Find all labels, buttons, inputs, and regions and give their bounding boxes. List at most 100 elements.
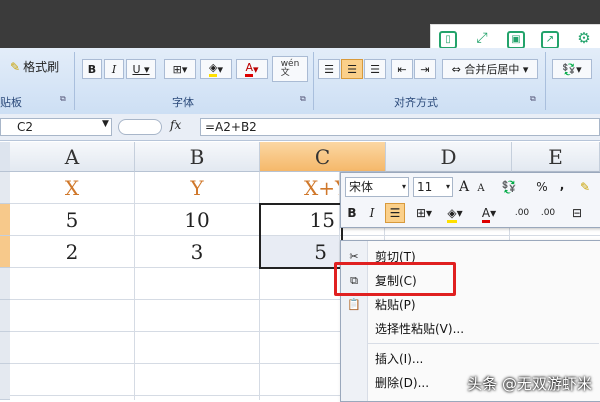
row-header[interactable] <box>0 364 10 400</box>
font-group-label: 字体 <box>172 96 194 109</box>
row-header[interactable] <box>0 172 10 204</box>
share-icon[interactable]: ↗ <box>541 31 559 49</box>
row-header[interactable] <box>0 332 10 364</box>
expand-icon[interactable]: ⤢ <box>473 31 491 49</box>
border-button[interactable]: ⊞▾ <box>164 59 196 79</box>
merge-icon: ⊟ <box>571 206 583 220</box>
increase-decimal-button[interactable]: .00 <box>511 203 533 223</box>
percent-button[interactable]: % <box>535 177 549 197</box>
font-color-button[interactable]: A▾ <box>236 59 268 79</box>
font-size-box[interactable]: 11 ▾ <box>413 177 453 197</box>
currency-icon: 💱 <box>501 180 517 194</box>
separator <box>545 52 546 110</box>
cell-a2[interactable]: 5 <box>10 204 135 236</box>
currency-icon: 💱 <box>562 62 577 76</box>
ribbon: ✎ 格式刷 贴板 ⧉ B I U ▾ ⊞ ▾ ◈ ▾ A ▾ wén 文 字体 ⧉ ☰… <box>0 48 600 115</box>
underline-button[interactable]: U ▾ <box>126 59 156 79</box>
fill-color-button[interactable]: ◈▾ <box>441 203 469 223</box>
cell-a3[interactable]: 2 <box>10 236 135 268</box>
font-color-button[interactable]: A▾ <box>475 203 503 223</box>
save-icon[interactable]: ▣ <box>507 31 525 49</box>
phonetic-button[interactable]: wén 文 <box>272 56 308 82</box>
align-center-icon: ☰ <box>389 206 401 220</box>
merge-icon: ⇔ <box>451 62 461 76</box>
menu-item-paste-special[interactable]: 选择性粘贴(V)... <box>341 317 599 341</box>
fx-button[interactable]: fx <box>170 118 194 136</box>
format-painter-button[interactable]: ✎ 格式刷 <box>10 58 59 75</box>
align-center-button[interactable]: ☰ <box>341 59 363 79</box>
italic-button[interactable]: I <box>104 59 124 79</box>
align-left-button[interactable]: ☰ <box>318 59 340 79</box>
selection-border <box>259 203 343 269</box>
column-header-c[interactable]: C <box>260 142 386 172</box>
cell-b2[interactable]: 10 <box>135 204 260 236</box>
row-header[interactable] <box>0 236 10 268</box>
dialog-launcher-icon[interactable]: ⧉ <box>60 94 66 104</box>
bold-button[interactable]: B <box>82 59 102 79</box>
comma-button[interactable]: , <box>557 175 567 195</box>
cell-c1[interactable]: X+Y <box>260 172 340 204</box>
dialog-launcher-icon[interactable]: ⧉ <box>300 94 306 104</box>
copy-highlight-box <box>334 262 456 296</box>
fill-icon: ◈ <box>447 206 457 223</box>
grow-font-button[interactable]: A <box>457 177 471 197</box>
increase-indent-button[interactable]: ⇥ <box>414 59 436 79</box>
shrink-font-button[interactable]: A <box>475 179 487 199</box>
indent-icon: ⇥ <box>420 62 430 76</box>
phone-icon[interactable]: ▯ <box>439 31 457 49</box>
border-icon: ⊞ <box>172 62 182 76</box>
font-color-icon: A <box>481 206 491 223</box>
font-color-icon: A <box>245 61 253 77</box>
menu-separator <box>367 343 599 344</box>
chevron-down-icon: ▾ <box>401 182 406 191</box>
accounting-format-button[interactable]: 💱 <box>497 177 521 197</box>
cell-a1[interactable]: X <box>10 172 135 204</box>
clipboard-group-label: 贴板 <box>0 96 22 109</box>
column-header-a[interactable]: A <box>10 142 135 172</box>
column-header-b[interactable]: B <box>135 142 260 172</box>
cell-b1[interactable]: Y <box>135 172 260 204</box>
separator <box>74 52 75 110</box>
column-header-d[interactable]: D <box>386 142 512 172</box>
row-header[interactable] <box>0 300 10 332</box>
border-icon: ⊞ <box>415 206 427 220</box>
number-format-button[interactable]: 💱 ▾ <box>552 59 592 79</box>
clipboard-icon: 📋 <box>347 298 361 311</box>
select-all-corner[interactable] <box>0 142 10 172</box>
decrease-indent-button[interactable]: ⇤ <box>391 59 413 79</box>
menu-item-insert[interactable]: 插入(I)... <box>341 347 599 371</box>
separator <box>313 52 314 110</box>
formula-bar-slider[interactable] <box>118 119 162 135</box>
watermark: 头条 @无双游虾米 <box>467 375 592 393</box>
mini-toolbar: 宋体 ▾ 11 ▾ A A 💱 % , ✎ B I ☰ ⊞▾ ◈▾ A▾ .00 .… <box>340 172 600 228</box>
center-align-button[interactable]: ☰ <box>385 203 405 223</box>
border-button[interactable]: ⊞▾ <box>411 203 437 223</box>
align-right-button[interactable]: ☰ <box>364 59 386 79</box>
column-header-e[interactable]: E <box>512 142 600 172</box>
align-left-icon: ☰ <box>324 62 334 76</box>
dialog-launcher-icon[interactable]: ⧉ <box>530 94 536 104</box>
row-header[interactable] <box>0 268 10 300</box>
chevron-down-icon: ▾ <box>445 182 450 191</box>
menu-item-paste[interactable]: 📋 粘贴(P) <box>341 293 599 317</box>
merge-button[interactable]: ⊟ <box>567 203 587 223</box>
decrease-decimal-button[interactable]: .00 <box>537 203 559 223</box>
brush-icon: ✎ <box>10 59 21 74</box>
bold-button[interactable]: B <box>345 203 359 223</box>
format-painter-button[interactable]: ✎ <box>575 177 595 197</box>
cell-b3[interactable]: 3 <box>135 236 260 268</box>
settings-icon[interactable]: ⚙ <box>575 31 593 49</box>
fill-icon: ◈ <box>209 61 218 77</box>
outdent-icon: ⇤ <box>397 62 407 76</box>
alignment-group-label: 对齐方式 <box>394 96 438 109</box>
row-header[interactable] <box>0 204 10 236</box>
font-name-box[interactable]: 宋体 ▾ <box>345 177 409 197</box>
brush-icon: ✎ <box>579 180 591 194</box>
name-box[interactable]: C2 <box>0 118 112 136</box>
formula-input[interactable]: =A2+B2 <box>200 118 600 136</box>
align-center-icon: ☰ <box>347 62 357 76</box>
merge-center-button[interactable]: ⇔ 合并后居中 ▾ <box>442 59 538 79</box>
fill-color-button[interactable]: ◈▾ <box>200 59 232 79</box>
chevron-down-icon[interactable]: ▼ <box>102 119 109 129</box>
italic-button[interactable]: I <box>365 203 379 223</box>
